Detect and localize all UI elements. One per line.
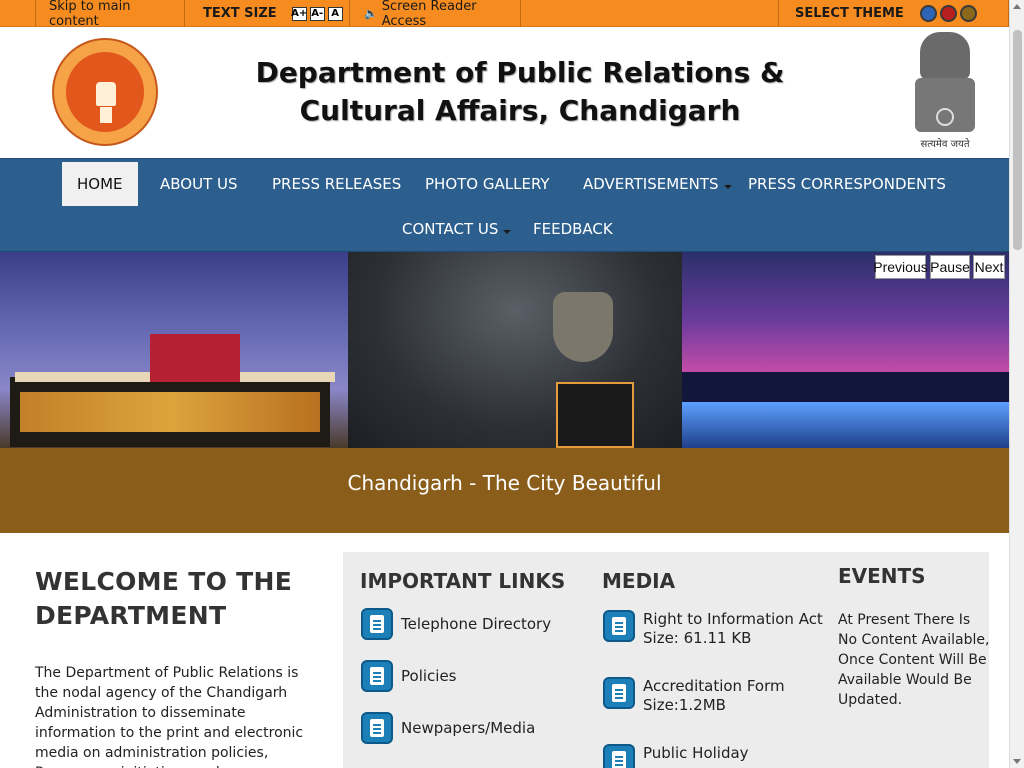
nav-item-about-us[interactable]: ABOUT US [145,162,253,206]
media-item-title: Public Holiday [643,744,749,762]
link-policies[interactable]: Policies [361,660,456,692]
link-label: Newpapers/Media [401,718,536,737]
phone-directory-icon [361,608,393,640]
welcome-heading: WELCOME TO THE DEPARTMENT [35,567,293,630]
nav-item-photo-gallery[interactable]: PHOTO GALLERY [410,162,565,206]
ashoka-chakra-icon [936,108,954,126]
nav-item-feedback[interactable]: FEEDBACK [518,207,628,251]
lake-water [682,402,1009,448]
welcome-section: WELCOME TO THE DEPARTMENT The Department… [35,565,325,768]
building-lights [20,392,320,432]
nav-label: ADVERTISEMENTS [583,175,719,193]
media-item-size: Size: 61.11 KB [643,629,752,647]
text-size-label: TEXT SIZE [203,6,277,21]
speaker-icon: 🔈 [364,7,378,20]
skip-to-main-link[interactable]: Skip to main content [35,0,185,29]
chevron-down-icon [503,230,512,234]
important-links-title: IMPORTANT LINKS [360,569,566,593]
open-hand-sculpture [553,292,613,362]
scroll-down-arrow-icon[interactable] [1013,759,1021,764]
policies-icon [361,660,393,692]
slider-next-button[interactable]: Next [973,255,1005,279]
nav-label: PRESS CORRESPONDENTS [748,175,946,193]
link-newspapers-media[interactable]: Newpapers/Media [361,712,535,744]
newspaper-icon [361,712,393,744]
nav-item-advertisements[interactable]: ADVERTISEMENTS [568,162,747,206]
page-scrollbar[interactable] [1009,0,1024,768]
text-size-control: TEXT SIZE A+ A- A [185,0,350,27]
theme-selector: SELECT THEME [778,0,1009,27]
link-label: Telephone Directory [401,614,552,633]
slider-previous-button[interactable]: Previous [873,255,928,279]
scroll-up-arrow-icon[interactable] [1013,4,1021,9]
nav-label: PRESS RELEASES [272,175,402,193]
open-hand-icon [96,82,116,106]
building-tower [150,334,240,382]
media-item-rti-act[interactable]: Right to Information Act Size: 61.11 KB [603,610,823,648]
screen-reader-label: Screen Reader Access [381,0,477,29]
logo-inner [66,52,144,132]
info-panel: IMPORTANT LINKS Telephone Directory Poli… [343,552,989,768]
slider-pause-button[interactable]: Pause [930,255,970,279]
logo-base [100,107,112,123]
nav-label: HOME [77,175,123,193]
page: Skip to main content TEXT SIZE A+ A- A 🔈… [0,0,1024,768]
nav-label: CONTACT US [402,220,499,238]
text-size-reset-button[interactable]: A [327,6,343,21]
nav-item-press-releases[interactable]: PRESS RELEASES [257,162,416,206]
theme-brown-swatch[interactable] [959,5,977,22]
media-item-size: Size:1.2MB [643,696,726,714]
pdf-icon [603,610,635,642]
nav-item-home[interactable]: HOME [62,162,138,206]
emblem-lions [920,32,970,80]
media-item-text: Accreditation Form Size:1.2MB [643,677,785,715]
media-item-title: Right to Information Act [643,610,823,628]
nav-label: PHOTO GALLERY [425,175,550,193]
site-title: Department of Public Relations & Cultura… [255,56,785,127]
media-item-accreditation-form[interactable]: Accreditation Form Size:1.2MB [603,677,785,715]
media-item-text: Public Holiday [643,744,749,763]
pdf-icon [603,744,635,768]
link-telephone-directory[interactable]: Telephone Directory [361,608,551,640]
utility-bar: Skip to main content TEXT SIZE A+ A- A 🔈… [0,0,1009,29]
welcome-body: The Department of Public Relations is th… [35,665,304,768]
media-item-public-holiday[interactable]: Public Holiday [603,744,749,768]
slider-caption: Chandigarh - The City Beautiful [347,471,662,495]
text-size-decrease-button[interactable]: A- [309,6,325,21]
nav-label: ABOUT US [160,175,238,193]
national-emblem-logo: सत्यमेव जयते [910,32,980,150]
slide-image-sukhna-lake [682,252,1009,448]
main-nav: HOME ABOUT US PRESS RELEASES PHOTO GALLE… [0,158,1009,252]
site-header: Department of Public Relations & Cultura… [0,28,1009,158]
link-label: Policies [401,666,457,685]
screen-reader-access-link[interactable]: 🔈 Screen Reader Access [350,0,521,29]
events-title: EVENTS [838,564,926,588]
pdf-icon [603,677,635,709]
text-size-increase-button[interactable]: A+ [291,6,307,21]
media-item-title: Accreditation Form [643,677,785,695]
theme-blue-swatch[interactable] [919,5,937,22]
events-message: At Present There Is No Content Available… [838,612,990,708]
monument-pedestal [556,382,634,448]
nav-item-contact-us[interactable]: CONTACT US [387,207,526,251]
nav-label: FEEDBACK [533,220,613,238]
media-title: MEDIA [602,569,676,593]
chevron-down-icon [723,185,732,189]
slide-image-assembly-building [0,252,348,448]
image-slider: Chandigarh - The City Beautiful Previous… [0,252,1009,533]
skip-label: Skip to main content [49,0,131,29]
chandigarh-administration-logo[interactable] [52,38,158,146]
nav-item-press-correspondents[interactable]: PRESS CORRESPONDENTS [733,162,961,206]
media-item-text: Right to Information Act Size: 61.11 KB [643,610,823,648]
theme-red-swatch[interactable] [939,5,957,22]
scrollbar-thumb[interactable] [1013,30,1022,250]
slide-image-open-hand-monument [348,252,682,448]
emblem-motto: सत्यमेव जयते [920,139,970,150]
select-theme-label: SELECT THEME [795,6,904,21]
